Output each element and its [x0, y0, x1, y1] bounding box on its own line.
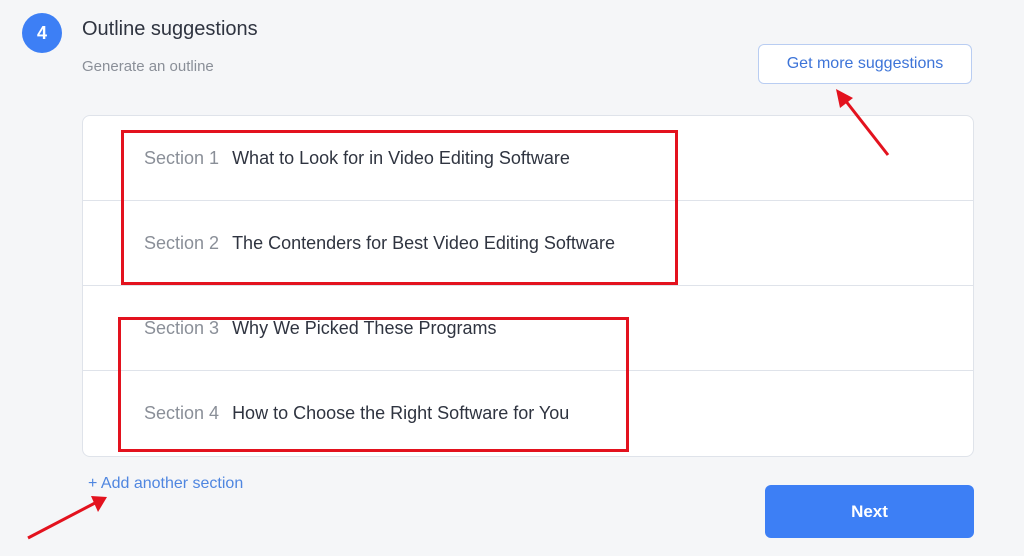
- annotation-arrow: [27, 496, 107, 540]
- page-subtitle: Generate an outline: [82, 58, 214, 75]
- outline-list: Section 1 What to Look for in Video Edit…: [82, 115, 974, 457]
- outline-section-row[interactable]: Section 4 How to Choose the Right Softwa…: [83, 371, 973, 456]
- section-title: How to Choose the Right Software for You: [232, 403, 570, 423]
- section-title: The Contenders for Best Video Editing So…: [232, 232, 615, 253]
- next-button[interactable]: Next: [765, 485, 974, 538]
- section-title: What to Look for in Video Editing Softwa…: [232, 147, 570, 168]
- step-number-badge: 4: [22, 13, 62, 53]
- get-more-suggestions-button[interactable]: Get more suggestions: [758, 44, 972, 84]
- page-title: Outline suggestions: [82, 18, 258, 40]
- outline-section-row[interactable]: Section 1 What to Look for in Video Edit…: [83, 116, 973, 201]
- outline-section-row[interactable]: Section 3 Why We Picked These Programs: [83, 286, 973, 371]
- outline-section-row[interactable]: Section 2 The Contenders for Best Video …: [83, 201, 973, 286]
- section-label: Section 3: [144, 317, 220, 338]
- section-label: Section 4: [144, 403, 220, 423]
- section-label: Section 1: [144, 147, 220, 168]
- section-label: Section 2: [144, 232, 220, 253]
- add-section-link[interactable]: + Add another section: [88, 475, 243, 493]
- section-title: Why We Picked These Programs: [232, 317, 497, 338]
